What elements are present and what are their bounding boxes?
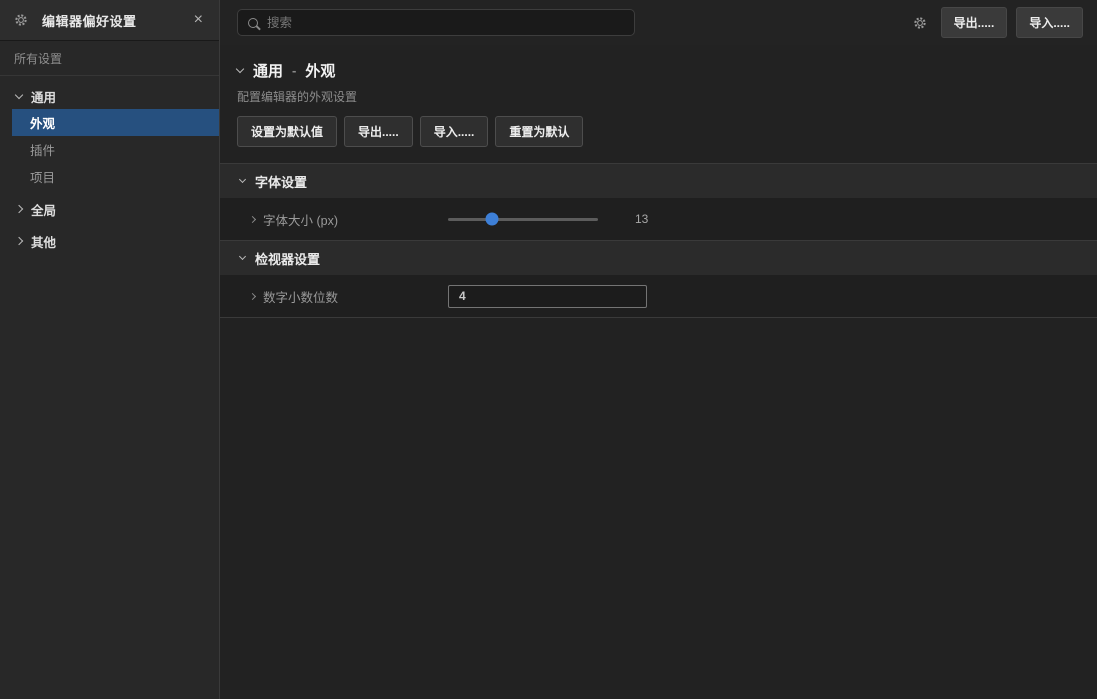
breadcrumb-page: 外观 <box>305 60 335 81</box>
search-box[interactable] <box>237 9 635 36</box>
font-size-value: 13 <box>635 212 648 226</box>
font-size-slider-wrap: 13 <box>448 212 648 226</box>
editor-preferences-window: 编辑器偏好设置 × 所有设置 通用 外观 插件 项目 全局 <box>0 0 1097 699</box>
chevron-down-icon <box>239 253 246 260</box>
breadcrumb-separator: - <box>292 63 296 78</box>
chevron-right-icon <box>15 205 23 213</box>
search-input[interactable] <box>267 16 624 30</box>
set-default-button[interactable]: 设置为默认值 <box>237 116 337 147</box>
settings-tree: 通用 外观 插件 项目 全局 其他 <box>0 76 219 699</box>
gear-icon <box>14 13 28 27</box>
export-button[interactable]: 导出..... <box>941 7 1008 38</box>
breadcrumb-group: 通用 <box>253 60 283 81</box>
setting-row-font-size: 字体大小 (px) 13 <box>220 198 1097 240</box>
breadcrumb: 通用 - 外观 <box>220 45 1097 81</box>
page-description: 配置编辑器的外观设置 <box>220 81 1097 105</box>
setting-row-decimal-places: 数字小数位数 <box>220 275 1097 317</box>
section-header-inspector[interactable]: 检视器设置 <box>220 240 1097 275</box>
import-button[interactable]: 导入..... <box>1016 7 1083 38</box>
content-empty-area <box>220 317 1097 699</box>
setting-label: 字体大小 (px) <box>263 210 338 229</box>
export-settings-button[interactable]: 导出..... <box>344 116 413 147</box>
font-size-slider[interactable] <box>448 218 598 221</box>
import-settings-button[interactable]: 导入..... <box>420 116 489 147</box>
chevron-right-icon[interactable] <box>249 292 256 299</box>
setting-label: 数字小数位数 <box>263 287 338 306</box>
tree-group-label: 通用 <box>31 87 56 106</box>
tree-group-label: 其他 <box>31 232 56 251</box>
tree-item-plugins[interactable]: 插件 <box>0 136 219 163</box>
setting-label-col: 数字小数位数 <box>250 287 448 306</box>
tree-item-project[interactable]: 项目 <box>0 163 219 190</box>
tree-item-label: 插件 <box>30 140 55 159</box>
reset-default-button[interactable]: 重置为默认 <box>495 116 583 147</box>
decimal-places-input[interactable] <box>448 285 647 308</box>
section-title: 检视器设置 <box>255 249 320 268</box>
chevron-down-icon <box>15 90 23 98</box>
sidebar: 编辑器偏好设置 × 所有设置 通用 外观 插件 项目 全局 <box>0 0 220 699</box>
close-icon[interactable]: × <box>190 12 207 28</box>
section-header-font[interactable]: 字体设置 <box>220 163 1097 198</box>
topbar-actions: 导出..... 导入..... <box>913 7 1083 38</box>
setting-label-col: 字体大小 (px) <box>250 210 448 229</box>
chevron-down-icon <box>239 176 246 183</box>
search-icon <box>248 18 258 28</box>
tree-item-appearance[interactable]: 外观 <box>12 109 219 136</box>
tree-item-label: 项目 <box>30 167 55 186</box>
action-buttons: 设置为默认值 导出..... 导入..... 重置为默认 <box>220 105 1097 163</box>
window-title: 编辑器偏好设置 <box>42 11 190 30</box>
section-title: 字体设置 <box>255 172 307 191</box>
topbar: 导出..... 导入..... <box>220 0 1097 45</box>
chevron-down-icon[interactable] <box>236 65 244 73</box>
sidebar-header: 编辑器偏好设置 × <box>0 0 219 41</box>
all-settings-label[interactable]: 所有设置 <box>0 41 219 76</box>
chevron-right-icon <box>15 237 23 245</box>
tree-group-general[interactable]: 通用 <box>0 83 219 109</box>
chevron-right-icon[interactable] <box>249 215 256 222</box>
tree-group-global[interactable]: 全局 <box>0 196 219 222</box>
main-panel: 导出..... 导入..... 通用 - 外观 配置编辑器的外观设置 设置为默认… <box>220 0 1097 699</box>
settings-gear-icon[interactable] <box>913 16 927 30</box>
tree-item-label: 外观 <box>30 113 55 132</box>
tree-group-label: 全局 <box>31 200 56 219</box>
tree-group-other[interactable]: 其他 <box>0 228 219 254</box>
slider-thumb[interactable] <box>485 213 498 226</box>
